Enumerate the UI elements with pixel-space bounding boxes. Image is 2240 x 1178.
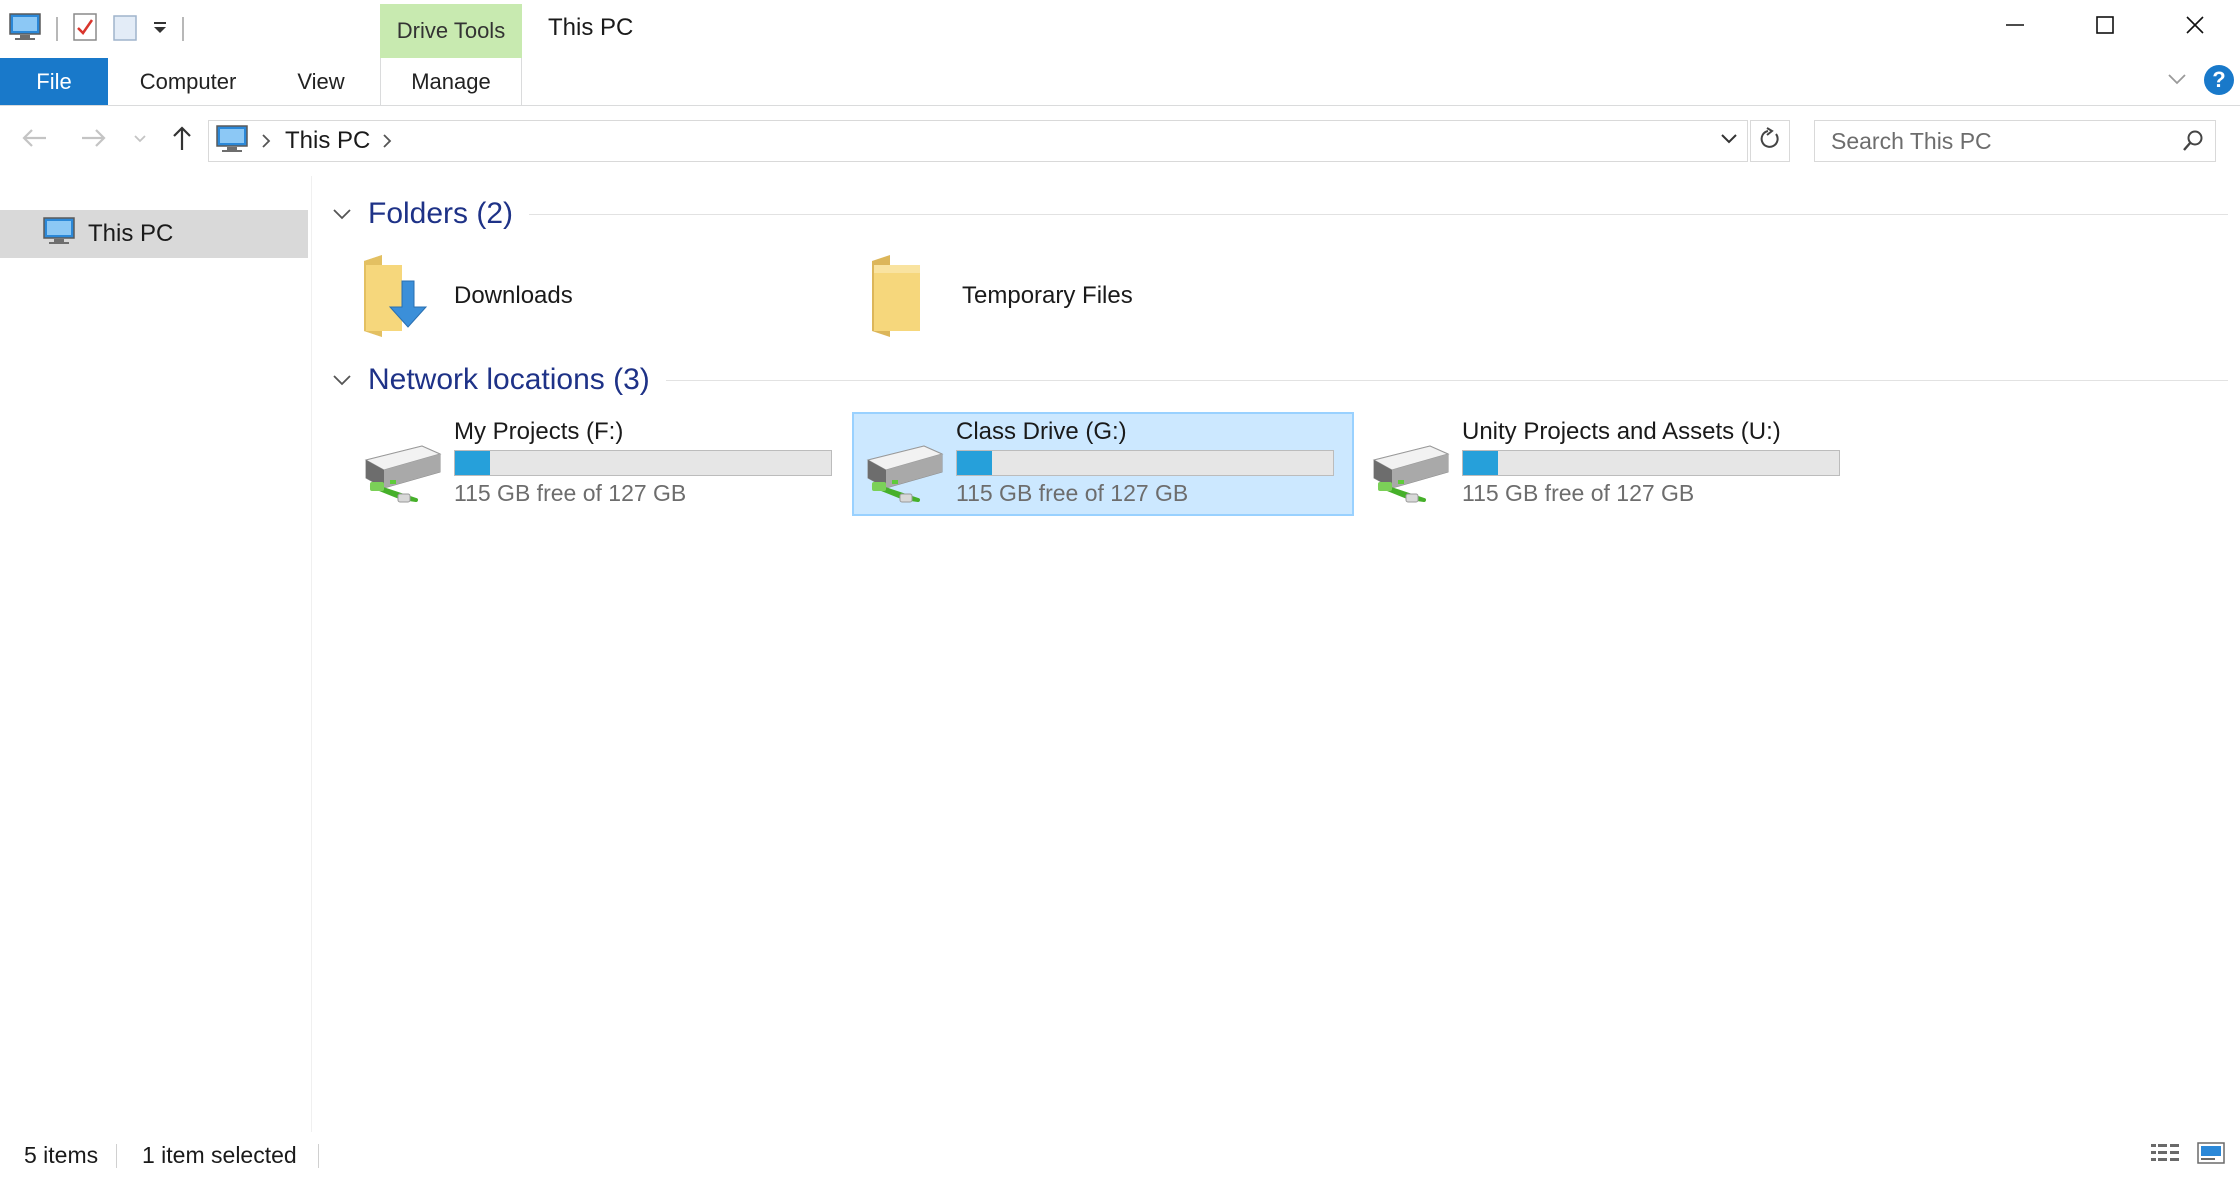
status-item-count: 5 items (24, 1141, 99, 1168)
navigation-bar: This PC (0, 106, 2240, 176)
search-input[interactable] (1831, 127, 2161, 155)
large-icons-view-button[interactable] (2194, 1140, 2228, 1170)
drive-usage-fill (1463, 451, 1499, 475)
drive-item-my-projects[interactable]: My Projects (F:) 115 GB free of 127 GB (350, 412, 852, 516)
toolbar-separator (182, 17, 184, 41)
window-title: This PC (548, 14, 634, 41)
nav-item-this-pc[interactable]: This PC (0, 210, 308, 258)
customize-toolbar-chevron-icon[interactable] (152, 17, 168, 42)
downloads-folder-icon (358, 251, 438, 341)
recent-locations-button[interactable] (124, 120, 156, 160)
network-drive-icon (864, 438, 944, 509)
address-bar[interactable]: This PC (208, 120, 1748, 162)
navigation-pane: This PC (0, 176, 312, 1132)
folder-name: Downloads (454, 282, 573, 309)
chevron-down-icon[interactable] (328, 207, 356, 221)
chevron-down-icon (1720, 132, 1738, 150)
network-drive-icon (362, 438, 442, 509)
group-title: Folders (2) (368, 197, 514, 230)
drive-usage-bar (454, 450, 832, 476)
network-drive-icon (1370, 438, 1450, 509)
status-divider (318, 1144, 319, 1168)
drive-tools-context-label: Drive Tools (380, 4, 522, 58)
properties-icon[interactable] (72, 12, 98, 47)
tab-computer[interactable]: Computer (120, 58, 256, 105)
up-button[interactable] (162, 120, 202, 160)
minimize-icon (2004, 14, 2026, 41)
computer-icon (42, 216, 76, 253)
toolbar-separator (56, 17, 58, 41)
drive-free-space: 115 GB free of 127 GB (956, 480, 1189, 506)
expand-ribbon-button[interactable] (2162, 66, 2192, 96)
forward-button[interactable] (74, 120, 114, 160)
details-view-icon (2150, 1141, 2180, 1170)
drive-item-unity-projects[interactable]: Unity Projects and Assets (U:) 115 GB fr… (1358, 412, 1860, 516)
drive-name: Unity Projects and Assets (U:) (1462, 418, 1781, 445)
address-history-dropdown[interactable] (1711, 121, 1747, 161)
quick-access-toolbar (8, 8, 184, 50)
drive-usage-bar (956, 450, 1334, 476)
arrow-left-icon (20, 126, 48, 155)
drive-usage-fill (455, 451, 491, 475)
back-button[interactable] (14, 120, 54, 160)
tab-view[interactable]: View (276, 58, 366, 105)
folder-icon (866, 251, 946, 341)
folder-item-downloads[interactable]: Downloads (316, 246, 816, 346)
status-divider (116, 1144, 117, 1168)
refresh-button[interactable] (1750, 120, 1790, 162)
drive-name: Class Drive (G:) (956, 418, 1127, 445)
arrow-up-icon (170, 124, 194, 157)
drive-free-space: 115 GB free of 127 GB (454, 480, 687, 506)
computer-icon[interactable] (8, 12, 42, 47)
tab-manage[interactable]: Manage (380, 58, 522, 105)
search-icon[interactable] (2181, 129, 2205, 158)
group-title: Network locations (3) (368, 363, 650, 396)
drive-free-space: 115 GB free of 127 GB (1462, 480, 1695, 506)
breadcrumb-this-pc[interactable]: This PC (285, 127, 370, 155)
maximize-icon (2094, 14, 2116, 41)
ribbon-tab-bar: File Computer View Manage ? (0, 58, 2240, 106)
help-button[interactable]: ? (2204, 65, 2234, 95)
details-view-button[interactable] (2148, 1140, 2182, 1170)
computer-icon (215, 124, 249, 159)
maximize-button[interactable] (2060, 0, 2150, 54)
new-folder-icon[interactable] (112, 12, 138, 47)
close-button[interactable] (2150, 0, 2240, 54)
drive-item-class-drive[interactable]: Class Drive (G:) 115 GB free of 127 GB (852, 412, 1354, 516)
folder-name: Temporary Files (962, 282, 1133, 309)
help-icon: ? (2212, 67, 2226, 92)
close-icon (2184, 14, 2206, 41)
large-icons-view-icon (2196, 1141, 2226, 1170)
drive-name: My Projects (F:) (454, 418, 624, 445)
file-list-view: Folders (2) Downloads Temporary Files Ne… (316, 176, 2236, 1132)
status-bar: 5 items 1 item selected (0, 1132, 2240, 1178)
status-selection: 1 item selected (142, 1141, 297, 1168)
group-divider (529, 213, 2228, 215)
group-header-folders[interactable]: Folders (2) (328, 194, 2228, 234)
breadcrumb-chevron-icon[interactable] (261, 133, 271, 149)
tab-file[interactable]: File (0, 58, 108, 105)
chevron-down-icon (2167, 72, 2187, 91)
title-bar: Drive Tools This PC (0, 0, 2240, 58)
nav-item-label: This PC (88, 220, 174, 247)
folder-item-temporary-files[interactable]: Temporary Files (824, 246, 1324, 346)
search-box[interactable] (1814, 120, 2216, 162)
arrow-right-icon (80, 126, 108, 155)
minimize-button[interactable] (1970, 0, 2060, 54)
group-divider (665, 379, 2228, 381)
refresh-icon (1758, 126, 1782, 156)
group-header-network-locations[interactable]: Network locations (3) (328, 360, 2228, 400)
breadcrumb-chevron-icon[interactable] (382, 133, 392, 149)
drive-usage-fill (957, 451, 993, 475)
chevron-down-icon[interactable] (328, 373, 356, 387)
drive-usage-bar (1462, 450, 1840, 476)
chevron-down-icon (133, 131, 147, 149)
